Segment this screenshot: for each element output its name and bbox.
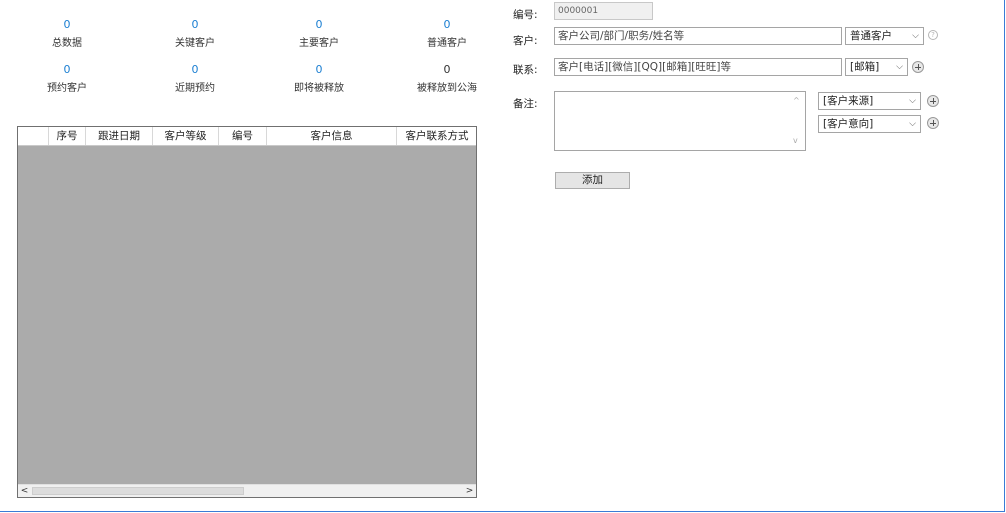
scroll-down-icon[interactable]: v [793,136,798,145]
stat-label: 总数据 [52,38,82,49]
stat-appointment-customers[interactable]: 0 预约客户 [12,63,122,96]
column-header[interactable]: 序号 [49,127,86,145]
column-header[interactable]: 客户等级 [153,127,219,145]
horizontal-scrollbar[interactable]: < > [18,484,476,497]
stat-value: 0 [191,63,199,76]
stat-total[interactable]: 0 总数据 [12,18,122,51]
grid-header: 序号 跟进日期 客户等级 编号 客户信息 客户联系方式 [18,127,476,146]
customer-data-grid[interactable]: 序号 跟进日期 客户等级 编号 客户信息 客户联系方式 < > [17,126,477,498]
scroll-left-icon[interactable]: < [18,485,31,497]
stat-normal-customers[interactable]: 0 普通客户 [392,18,502,51]
scroll-thumb[interactable] [32,487,244,495]
stat-value: 0 [191,18,199,31]
stat-label: 被释放到公海 [417,83,477,94]
stat-main-customers[interactable]: 0 主要客户 [264,18,374,51]
scroll-right-icon[interactable]: > [463,485,476,497]
chevron-down-icon: ⌵ [896,62,903,72]
source-select-value: [客户来源] [823,95,874,107]
chevron-down-icon: ⌵ [909,96,916,106]
column-header[interactable]: 客户联系方式 [397,127,476,145]
note-label: 备注: [513,98,538,110]
intent-select-value: [客户意向] [823,118,874,130]
stat-label: 近期预约 [175,83,215,94]
stat-soon-released[interactable]: 0 即将被释放 [264,63,374,96]
contact-type-select[interactable]: [邮箱] ⌵ [845,58,908,76]
stat-value: 0 [315,63,323,76]
stat-label: 关键客户 [175,38,215,49]
note-scrollbar[interactable]: ^ v [791,92,805,150]
stat-label: 主要客户 [299,38,339,49]
stat-value: 0 [315,18,323,31]
add-contact-icon[interactable] [912,61,924,73]
contact-label: 联系: [513,64,538,76]
contact-input[interactable]: 客户[电话][微信][QQ][邮箱][旺旺]等 [554,58,842,76]
scroll-up-icon[interactable]: ^ [793,96,800,105]
add-intent-icon[interactable] [927,117,939,129]
customer-label: 客户: [513,35,538,47]
stat-key-customers[interactable]: 0 关键客户 [140,18,250,51]
number-field: 0000001 [554,2,653,20]
stat-value: 0 [443,63,451,76]
add-button[interactable]: 添加 [555,172,630,189]
stat-label: 预约客户 [47,83,87,94]
stat-value: 0 [63,18,71,31]
row-header-corner [18,127,49,145]
note-textarea[interactable]: ^ v [554,91,806,151]
stat-value: 0 [443,18,451,31]
chevron-down-icon: ⌵ [912,31,919,41]
column-header[interactable]: 客户信息 [267,127,397,145]
column-header[interactable]: 编号 [219,127,267,145]
help-icon[interactable]: ? [928,30,938,40]
stat-released-to-pool[interactable]: 0 被释放到公海 [392,63,502,96]
add-source-icon[interactable] [927,95,939,107]
customer-type-value: 普通客户 [850,30,892,42]
chevron-down-icon: ⌵ [909,119,916,129]
stat-label: 即将被释放 [294,83,344,94]
number-label: 编号: [513,9,538,21]
intent-select[interactable]: [客户意向] ⌵ [818,115,921,133]
source-select[interactable]: [客户来源] ⌵ [818,92,921,110]
stat-recent-appointments[interactable]: 0 近期预约 [140,63,250,96]
customer-input[interactable]: 客户公司/部门/职务/姓名等 [554,27,842,45]
column-header[interactable]: 跟进日期 [86,127,153,145]
customer-type-select[interactable]: 普通客户 ⌵ [845,27,924,45]
stat-value: 0 [63,63,71,76]
stat-label: 普通客户 [427,38,467,49]
contact-type-value: [邮箱] [850,61,880,73]
